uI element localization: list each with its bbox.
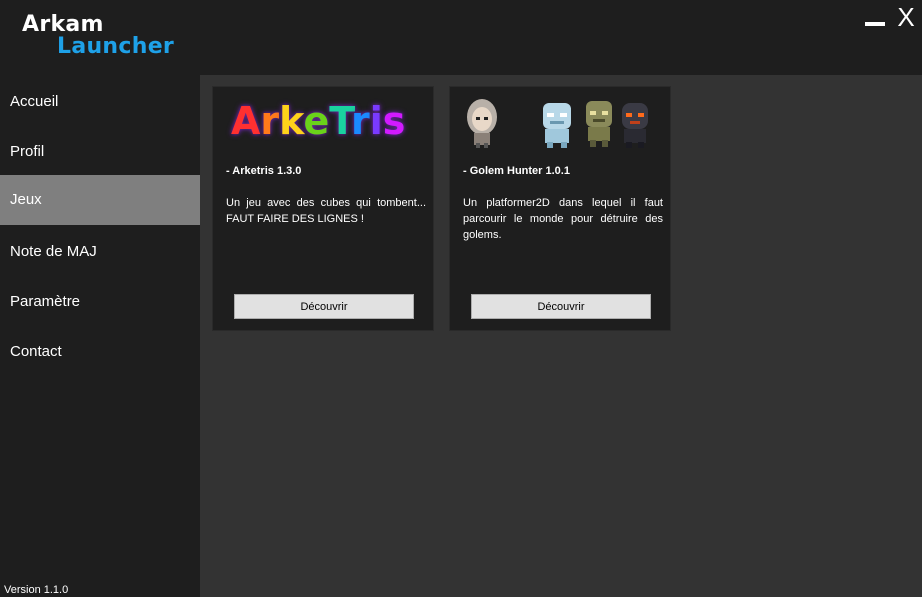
golem-hunter-banner — [450, 87, 672, 157]
sidebar-item-parametre[interactable]: Paramètre — [0, 277, 200, 327]
sidebar-item-profil[interactable]: Profil — [0, 127, 200, 177]
game-description: Un platformer2D dans lequel il faut parc… — [463, 197, 663, 241]
close-button[interactable]: X — [893, 2, 919, 32]
sidebar-item-contact[interactable]: Contact — [0, 327, 200, 377]
launcher-window: Arkam Launcher X Accueil Profil Jeux Not… — [0, 0, 922, 597]
version-label: Version 1.1.0 — [4, 584, 69, 596]
earth-golem-icon — [586, 101, 612, 147]
game-description: Un jeu avec des cubes qui tombent... FAU… — [226, 197, 426, 225]
app-logo: Arkam Launcher — [22, 14, 174, 58]
sidebar-item-jeux[interactable]: Jeux — [0, 175, 200, 225]
sidebar-item-note-de-maj[interactable]: Note de MAJ — [0, 227, 200, 277]
dark-golem-icon — [622, 103, 648, 148]
game-title: - Golem Hunter 1.0.1 — [463, 165, 570, 177]
games-panel: ArkeTris - Arketris 1.3.0 Un jeu avec de… — [200, 75, 922, 597]
game-card-golem-hunter: - Golem Hunter 1.0.1 Un platformer2D dan… — [449, 86, 671, 331]
arketris-logo: ArkeTris — [231, 99, 405, 143]
sidebar-item-accueil[interactable]: Accueil — [0, 77, 200, 127]
arketris-banner: ArkeTris — [213, 87, 435, 157]
hunter-character-icon — [467, 99, 497, 148]
discover-button-arketris[interactable]: Découvrir — [234, 294, 414, 319]
logo-line-arkam: Arkam — [22, 12, 104, 37]
minimize-button[interactable] — [865, 18, 885, 26]
arketris-logo-text: ArkeTris — [231, 99, 406, 143]
header: Arkam Launcher X — [0, 0, 922, 75]
game-card-arketris: ArkeTris - Arketris 1.3.0 Un jeu avec de… — [212, 86, 434, 331]
ice-golem-icon — [543, 103, 571, 148]
game-title: - Arketris 1.3.0 — [226, 165, 302, 177]
golem-characters-image — [467, 99, 648, 148]
discover-button-golem-hunter[interactable]: Découvrir — [471, 294, 651, 319]
sidebar: Accueil Profil Jeux Note de MAJ Paramètr… — [0, 75, 200, 597]
logo-line-launcher: Launcher — [57, 34, 175, 59]
